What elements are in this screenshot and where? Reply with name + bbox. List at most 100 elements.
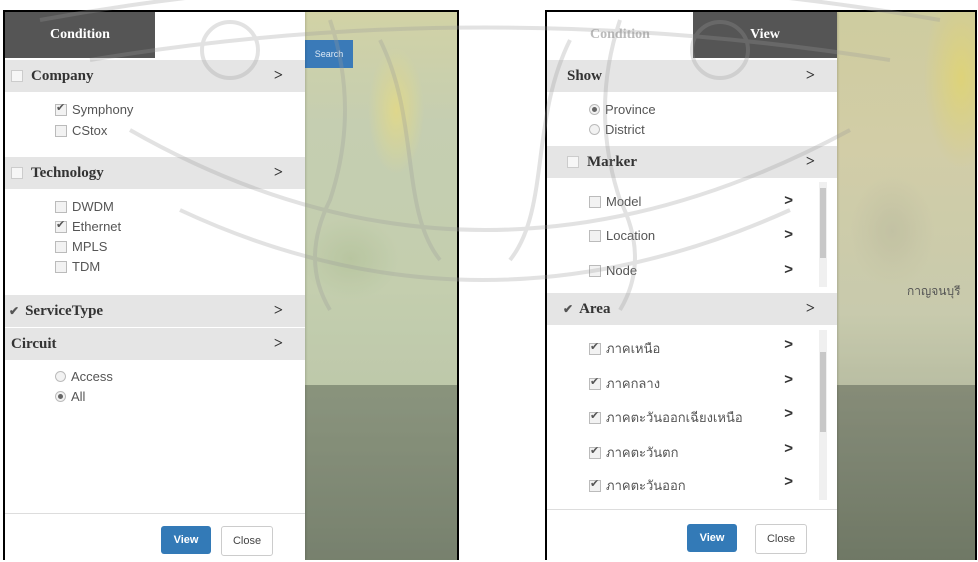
list-item[interactable]: All — [55, 389, 85, 404]
section-company[interactable]: Company > — [5, 60, 305, 92]
section-servicetype[interactable]: ✔ ServiceType > — [5, 295, 305, 327]
chevron-right-icon[interactable]: > — [784, 192, 793, 209]
close-button[interactable]: Close — [221, 526, 273, 556]
list-item[interactable]: CStox — [55, 123, 107, 138]
view-button[interactable]: View — [161, 526, 211, 554]
chevron-right-icon[interactable]: > — [784, 261, 793, 278]
section-checkbox[interactable] — [567, 156, 579, 168]
map-dark-band — [305, 385, 457, 560]
item-label: All — [71, 389, 86, 404]
radio-button[interactable] — [589, 104, 600, 115]
item-label: ภาคตะวันออก — [606, 478, 686, 493]
check-icon[interactable]: ✔ — [9, 304, 19, 319]
checkbox[interactable] — [55, 124, 67, 137]
tab-view[interactable]: View — [693, 12, 837, 58]
radio-button[interactable] — [589, 124, 600, 135]
checkbox[interactable] — [55, 260, 67, 273]
list-item[interactable]: DWDM — [55, 199, 114, 214]
section-checkbox[interactable] — [11, 167, 23, 179]
sidebar-footer: View Close — [547, 509, 837, 560]
item-label: Access — [71, 369, 113, 384]
list-item[interactable]: Model — [589, 194, 641, 209]
check-icon[interactable]: ✔ — [563, 302, 573, 317]
radio-button[interactable] — [55, 371, 66, 382]
view-button[interactable]: View — [687, 524, 737, 552]
chevron-right-icon[interactable]: > — [274, 164, 283, 182]
area-scrollbar[interactable] — [819, 330, 827, 500]
map-area[interactable]: Search — [305, 12, 457, 560]
left-screenshot-panel: Search Condition Company > Symphony CSto… — [3, 10, 459, 560]
map-search-button[interactable]: Search — [305, 40, 353, 68]
checkbox[interactable] — [589, 195, 601, 208]
section-area[interactable]: ✔ Area > — [547, 293, 837, 325]
item-label: CStox — [72, 123, 108, 138]
sidebar-footer: View Close — [5, 513, 305, 560]
checkbox[interactable] — [589, 340, 601, 355]
item-label: ภาคเหนือ — [606, 341, 661, 356]
list-item[interactable]: ภาคตะวันออก — [589, 475, 686, 496]
list-item[interactable]: MPLS — [55, 239, 107, 254]
section-technology[interactable]: Technology > — [5, 157, 305, 189]
section-checkbox[interactable] — [11, 70, 23, 82]
section-label-show: Show — [567, 67, 603, 84]
checkbox[interactable] — [589, 477, 601, 492]
checkbox[interactable] — [589, 229, 601, 242]
chevron-right-icon[interactable]: > — [806, 300, 815, 318]
item-label: TDM — [72, 259, 101, 274]
item-label: ภาคตะวันออกเฉียงเหนือ — [606, 410, 743, 425]
list-item[interactable]: Access — [55, 369, 113, 384]
section-show[interactable]: Show > — [547, 60, 837, 92]
list-item[interactable]: ภาคกลาง — [589, 373, 660, 394]
list-item[interactable]: District — [589, 122, 645, 137]
scrollbar-thumb[interactable] — [820, 188, 826, 258]
item-label: Node — [606, 263, 638, 278]
list-item[interactable]: Location — [589, 228, 655, 243]
chevron-right-icon[interactable]: > — [784, 371, 793, 388]
checkbox[interactable] — [589, 375, 601, 390]
map-dark-band — [837, 385, 975, 560]
checkbox[interactable] — [589, 409, 601, 424]
section-label-marker: Marker — [587, 153, 637, 170]
item-label: Symphony — [72, 102, 134, 117]
map-area[interactable]: กาญจนบุรี — [837, 12, 975, 560]
filter-sidebar: Condition Company > Symphony CStox Techn… — [5, 12, 305, 560]
marker-scrollbar[interactable] — [819, 182, 827, 287]
chevron-right-icon[interactable]: > — [274, 335, 283, 353]
item-label: Location — [606, 228, 656, 243]
scrollbar-thumb[interactable] — [820, 352, 826, 432]
list-item[interactable]: ภาคตะวันตก — [589, 442, 679, 463]
section-circuit[interactable]: Circuit > — [5, 328, 305, 360]
list-item[interactable]: TDM — [55, 259, 100, 274]
chevron-right-icon[interactable]: > — [806, 67, 815, 85]
chevron-right-icon[interactable]: > — [274, 67, 283, 85]
checkbox[interactable] — [55, 200, 67, 213]
item-label: Province — [605, 102, 656, 117]
checkbox[interactable] — [589, 444, 601, 459]
chevron-right-icon[interactable]: > — [806, 153, 815, 171]
list-item[interactable]: ภาคเหนือ — [589, 338, 660, 359]
chevron-right-icon[interactable]: > — [784, 440, 793, 457]
item-label: District — [605, 122, 645, 137]
list-item[interactable]: Symphony — [55, 101, 134, 117]
chevron-right-icon[interactable]: > — [274, 302, 283, 320]
list-item[interactable]: ภาคตะวันออกเฉียงเหนือ — [589, 407, 743, 428]
chevron-right-icon[interactable]: > — [784, 405, 793, 422]
checkbox[interactable] — [55, 218, 67, 233]
chevron-right-icon[interactable]: > — [784, 473, 793, 490]
right-screenshot-panel: กาญจนบุรี Condition View Show > Province… — [545, 10, 977, 560]
list-item[interactable]: Province — [589, 102, 656, 117]
list-item[interactable]: Ethernet — [55, 218, 121, 234]
radio-button[interactable] — [55, 391, 66, 402]
chevron-right-icon[interactable]: > — [784, 226, 793, 243]
chevron-right-icon[interactable]: > — [784, 336, 793, 353]
close-button[interactable]: Close — [755, 524, 807, 554]
tab-condition[interactable]: Condition — [547, 12, 693, 58]
tab-condition[interactable]: Condition — [5, 12, 155, 58]
checkbox[interactable] — [589, 264, 601, 277]
map-place-label: กาญจนบุรี — [907, 284, 961, 298]
checkbox[interactable] — [55, 240, 67, 253]
item-label: MPLS — [72, 239, 108, 254]
checkbox[interactable] — [55, 101, 67, 116]
list-item[interactable]: Node — [589, 263, 637, 278]
section-marker[interactable]: Marker > — [547, 146, 837, 178]
